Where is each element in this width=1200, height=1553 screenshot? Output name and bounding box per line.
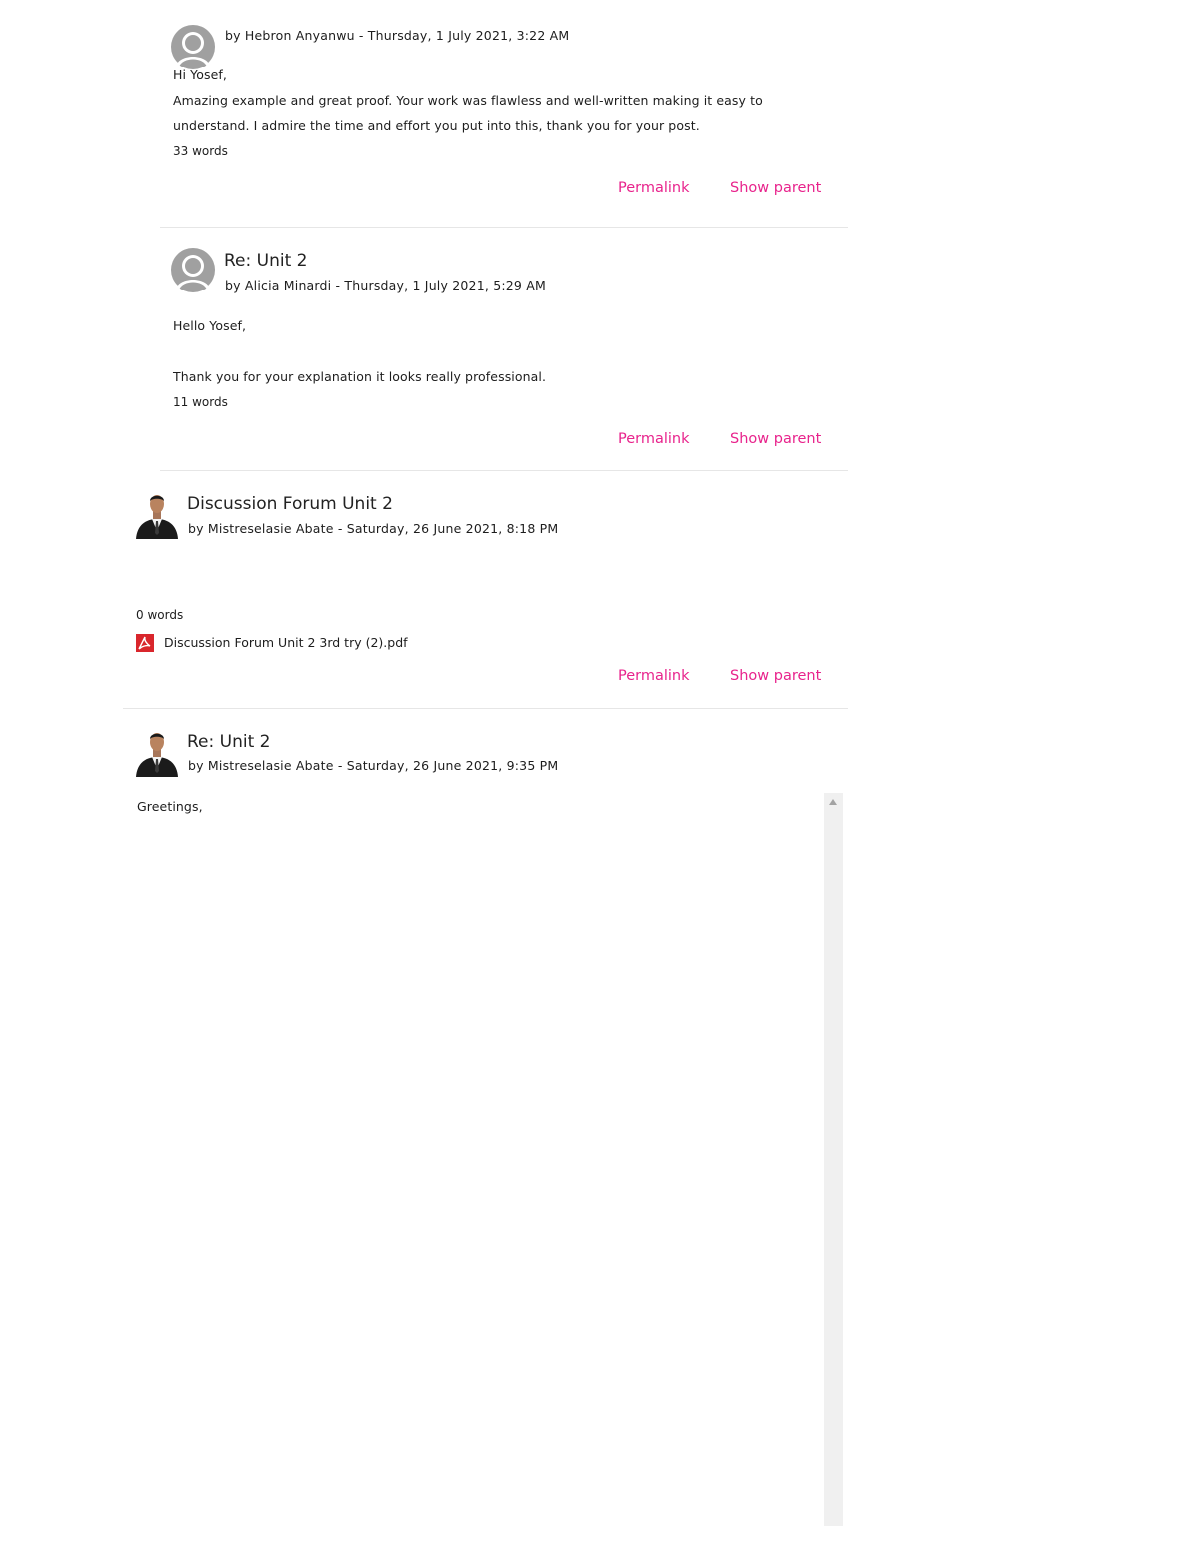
post-body-line: Greetings,: [137, 799, 203, 814]
permalink-link[interactable]: Permalink: [618, 431, 690, 447]
content-scrollbar[interactable]: [824, 793, 843, 1526]
word-count: 0 words: [136, 608, 184, 622]
scroll-up-arrow-icon[interactable]: [829, 799, 837, 805]
default-avatar-icon[interactable]: [170, 24, 216, 70]
post-divider: [160, 227, 848, 228]
post-subject[interactable]: Re: Unit 2: [224, 251, 307, 271]
post-body-line: Thank you for your explanation it looks …: [173, 369, 547, 384]
pdf-file-icon: [136, 634, 154, 652]
default-avatar-icon[interactable]: [170, 247, 216, 293]
post-body-line: Amazing example and great proof. Your wo…: [173, 93, 763, 108]
show-parent-link[interactable]: Show parent: [730, 431, 821, 447]
post-divider: [160, 470, 848, 471]
post-byline: by Mistreselasie Abate - Saturday, 26 Ju…: [188, 521, 559, 536]
permalink-link[interactable]: Permalink: [618, 180, 690, 196]
post-body-line: understand. I admire the time and effort…: [173, 118, 700, 133]
post-byline: by Mistreselasie Abate - Saturday, 26 Ju…: [188, 758, 559, 773]
post-body-line: Hello Yosef,: [173, 318, 247, 333]
post-divider: [123, 708, 848, 709]
post-byline: by Alicia Minardi - Thursday, 1 July 202…: [225, 278, 546, 293]
show-parent-link[interactable]: Show parent: [730, 668, 821, 684]
post-subject[interactable]: Discussion Forum Unit 2: [187, 494, 393, 514]
user-photo-avatar[interactable]: [134, 729, 180, 777]
word-count: 11 words: [173, 395, 228, 409]
show-parent-link[interactable]: Show parent: [730, 180, 821, 196]
user-photo-avatar[interactable]: [134, 491, 180, 539]
post-body-line: Hi Yosef,: [173, 67, 227, 82]
permalink-link[interactable]: Permalink: [618, 668, 690, 684]
attachment-link[interactable]: Discussion Forum Unit 2 3rd try (2).pdf: [164, 635, 408, 650]
post-subject[interactable]: Re: Unit 2: [187, 732, 270, 752]
post-byline: by Hebron Anyanwu - Thursday, 1 July 202…: [225, 28, 570, 43]
word-count: 33 words: [173, 144, 228, 158]
